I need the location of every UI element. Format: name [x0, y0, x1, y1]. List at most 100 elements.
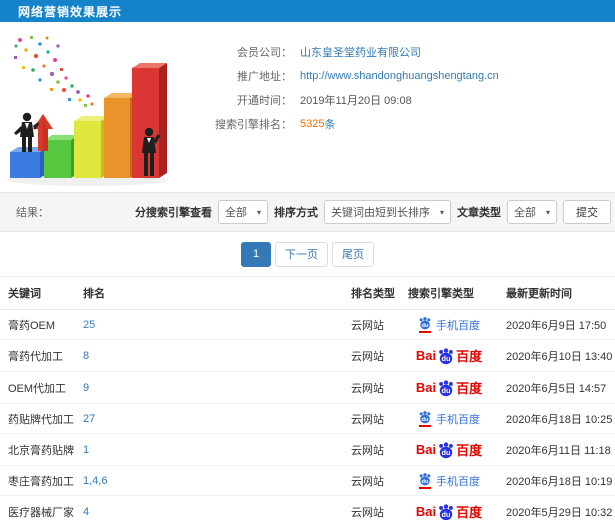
table-row: 北京膏药贴牌 1 云网站 Bai du 百度 2020年6月11日 11:18: [0, 433, 615, 466]
engine-cell: du 手机百度: [400, 465, 498, 496]
engine-select-value: 全部: [224, 207, 247, 219]
baidu-bai-text: Bai: [415, 504, 437, 519]
engine-rank-label: 搜索引擎排名：: [215, 119, 292, 131]
bars: [10, 63, 167, 178]
updated-cell: 2020年6月18日 10:25: [498, 403, 615, 434]
svg-text:du: du: [422, 323, 429, 329]
updated-cell: 2020年6月18日 10:19: [498, 465, 615, 496]
mobile-baidu-text: 手机百度: [436, 319, 480, 332]
baidu-bai-text: Bai: [415, 380, 437, 395]
rank-link[interactable]: 25: [83, 319, 95, 331]
baidu-logo: Bai du 百度: [416, 378, 482, 397]
updated-cell: 2020年6月10日 13:40: [498, 339, 615, 372]
baidu-logo: Bai du 百度: [416, 502, 482, 520]
filter-bar: 结果： 分搜索引擎查看 全部 ▾ 排序方式 关键词由短到长排序 ▾ 文章类型 全…: [0, 192, 615, 232]
field-promo-url: 推广地址： http://www.shandonghuangshengtang.…: [192, 64, 615, 88]
svg-text:du: du: [442, 353, 451, 362]
table-header-row: 关键词 排名 排名类型 搜索引擎类型 最新更新时间: [0, 276, 615, 310]
keyword-cell: 膏药代加工: [0, 339, 75, 372]
chevron-down-icon: ▾: [545, 207, 550, 217]
keyword-cell: 医疗器械厂家: [0, 495, 75, 520]
table-row: 医疗器械厂家 4 云网站 Bai du 百度 2020年5月29日 10:32: [0, 495, 615, 520]
svg-text:du: du: [442, 509, 451, 518]
svg-text:du: du: [442, 385, 451, 394]
article-type-select[interactable]: 全部 ▾: [506, 200, 557, 224]
article-type-caption: 文章类型: [456, 207, 501, 219]
rank-type-cell: 云网站: [343, 433, 400, 466]
table-row: OEM代加工 9 云网站 Bai du 百度 2020年6月5日 14:57: [0, 371, 615, 404]
mobile-baidu-underline: [419, 331, 431, 333]
rank-link[interactable]: 1: [83, 444, 89, 456]
promo-url-label: 推广地址：: [237, 71, 292, 83]
rank-type-cell: 云网站: [343, 495, 400, 520]
engine-cell: du 手机百度: [400, 403, 498, 434]
baidu-logo: Bai du 百度: [416, 346, 482, 365]
rank-cell: 1,4,6: [75, 465, 343, 496]
page-title: 网络营销效果展示: [18, 4, 123, 19]
updated-cell: 2020年5月29日 10:32: [498, 495, 615, 520]
rank-link[interactable]: 9: [83, 382, 89, 394]
engine-rank-suffix-link[interactable]: 条: [324, 116, 335, 132]
pagination: 1 下一页 尾页: [0, 232, 615, 276]
table-row: 膏药代加工 8 云网站 Bai du 百度 2020年6月10日 13:40: [0, 339, 615, 372]
baidu-paw-icon: du: [437, 503, 455, 520]
mobile-baidu-logo: du 手机百度: [418, 410, 480, 427]
page-button-current[interactable]: 1: [241, 241, 271, 267]
mobile-baidu-text: 手机百度: [436, 413, 480, 426]
confetti-dots: [14, 36, 94, 107]
table-row: 膏药OEM 25 云网站 du 手机百度 2020年6月9日 17:50: [0, 309, 615, 340]
rank-type-cell: 云网站: [343, 403, 400, 434]
svg-text:du: du: [422, 479, 429, 485]
rank-type-cell: 云网站: [343, 465, 400, 496]
sort-select[interactable]: 关键词由短到长排序 ▾: [323, 200, 451, 224]
mobile-baidu-logo: du 手机百度: [418, 472, 480, 489]
mobile-baidu-logo: du 手机百度: [418, 316, 480, 333]
rank-cell: 4: [75, 495, 343, 520]
next-page-button[interactable]: 下一页: [275, 241, 328, 267]
mobile-baidu-paw-icon: du: [418, 316, 432, 333]
rank-type-cell: 云网站: [343, 339, 400, 372]
member-company-label: 会员公司：: [237, 47, 292, 59]
rank-type-cell: 云网站: [343, 309, 400, 340]
updated-cell: 2020年6月11日 11:18: [498, 433, 615, 466]
col-updated: 最新更新时间: [498, 276, 615, 310]
result-label: 结果：: [16, 207, 49, 219]
engine-filter-caption: 分搜索引擎查看: [134, 207, 212, 219]
rank-link[interactable]: 4: [83, 506, 89, 518]
rank-link[interactable]: 1,4,6: [83, 475, 107, 487]
rank-cell: 1: [75, 433, 343, 466]
results-table: 关键词 排名 排名类型 搜索引擎类型 最新更新时间 膏药OEM 25 云网站 d…: [0, 276, 615, 520]
last-page-button[interactable]: 尾页: [332, 241, 374, 267]
rank-link[interactable]: 27: [83, 413, 95, 425]
baidu-paw-icon: du: [437, 347, 455, 365]
engine-cell: Bai du 百度: [400, 495, 498, 520]
marketing-growth-chart-illustration: [0, 30, 192, 190]
col-engine-type: 搜索引擎类型: [400, 276, 498, 310]
table-row: 枣庄膏药加工 1,4,6 云网站 du 手机百度 2020年6月18日 10:1…: [0, 465, 615, 496]
submit-button[interactable]: 提交: [563, 200, 611, 224]
engine-select[interactable]: 全部 ▾: [217, 200, 268, 224]
baidu-cn-text: 百度: [456, 443, 483, 458]
app-header: 网络营销效果展示: [0, 0, 615, 22]
svg-text:du: du: [422, 417, 429, 423]
mobile-baidu-paw-icon: du: [418, 410, 432, 427]
baidu-logo: Bai du 百度: [416, 440, 482, 459]
rank-cell: 9: [75, 371, 343, 404]
open-time-value: 2019年11月20日 09:08: [300, 95, 412, 107]
member-company-link[interactable]: 山东皇圣堂药业有限公司: [300, 44, 421, 60]
engine-cell: Bai du 百度: [400, 433, 498, 466]
table-row: 药贴牌代加工 27 云网站 du 手机百度 2020年6月18日 10:25: [0, 403, 615, 434]
keyword-cell: OEM代加工: [0, 371, 75, 404]
filter-group: 分搜索引擎查看 全部 ▾ 排序方式 关键词由短到长排序 ▾ 文章类型 全部 ▾ …: [135, 200, 611, 224]
keyword-cell: 药贴牌代加工: [0, 403, 75, 434]
rank-cell: 8: [75, 339, 343, 372]
mobile-baidu-text: 手机百度: [436, 475, 480, 488]
col-rank: 排名: [75, 276, 343, 310]
promo-url-link[interactable]: http://www.shandonghuangshengtang.cn: [300, 70, 499, 82]
rank-link[interactable]: 8: [83, 350, 89, 362]
engine-cell: Bai du 百度: [400, 339, 498, 372]
svg-text:du: du: [442, 447, 451, 456]
keyword-cell: 枣庄膏药加工: [0, 465, 75, 496]
engine-rank-count: 5325: [300, 118, 325, 130]
baidu-paw-icon: du: [437, 441, 455, 459]
